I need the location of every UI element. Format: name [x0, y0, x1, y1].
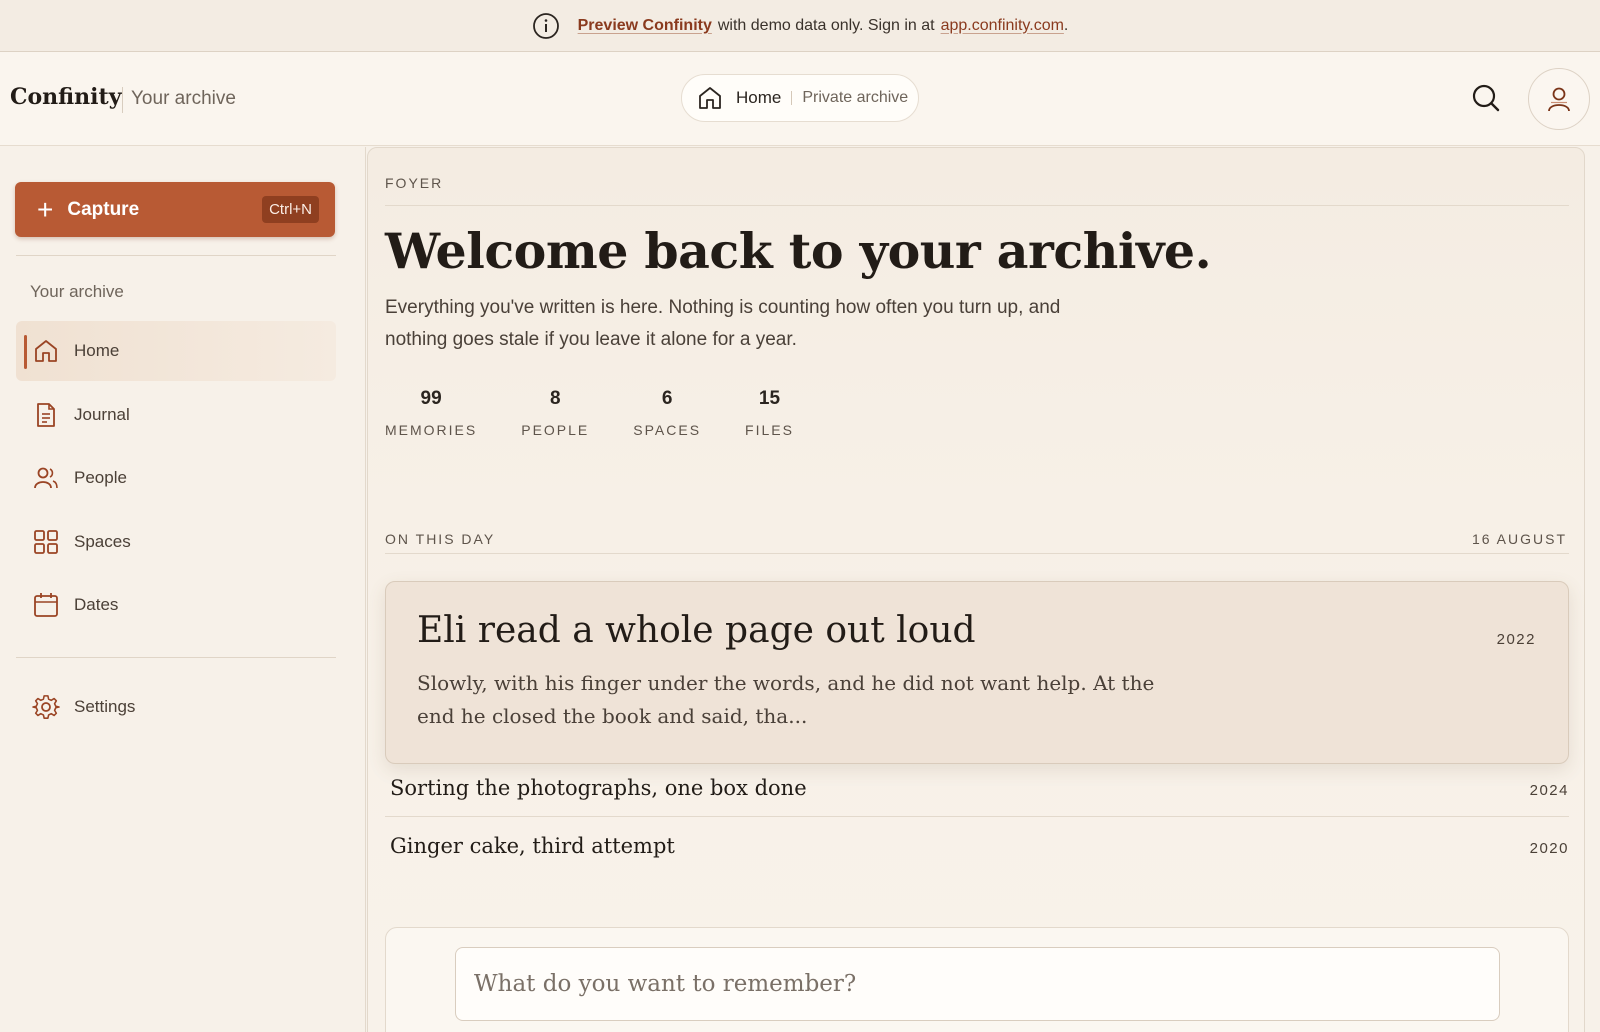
avatar[interactable]	[1528, 68, 1590, 130]
stat-memories[interactable]: 99 MEMORIES	[385, 388, 477, 438]
app-header: Confinity Your archive Home Private arch…	[0, 52, 1600, 146]
stat-value: 15	[758, 388, 781, 409]
sidebar-divider	[16, 255, 336, 256]
breadcrumb[interactable]: Home Private archive	[681, 74, 919, 122]
sidebar-divider	[16, 657, 336, 658]
user-icon	[1548, 87, 1570, 112]
brand-divider	[122, 87, 123, 113]
plus-icon: +	[37, 193, 54, 225]
divider	[385, 205, 1569, 206]
sidebar-item-label: Dates	[74, 595, 119, 614]
sidebar: + Capture Ctrl+N Your archive Home Journ…	[0, 147, 366, 1032]
memory-title: Sorting the photographs, one box done	[390, 776, 807, 800]
sidebar-item-settings[interactable]: Settings	[16, 677, 336, 737]
sidebar-item-label: Journal	[74, 405, 130, 424]
stat-value: 8	[549, 388, 561, 409]
stat-spaces[interactable]: 6 SPACES	[633, 388, 701, 438]
divider	[385, 553, 1569, 554]
preview-link[interactable]: Preview Confinity	[578, 17, 712, 35]
stat-label: MEMORIES	[385, 422, 478, 438]
section-eyebrow: FOYER	[385, 175, 444, 191]
brand-subtitle: Your archive	[131, 88, 236, 109]
banner-end: .	[1063, 16, 1069, 34]
list-item[interactable]: Sorting the photographs, one box done 20…	[385, 760, 1569, 818]
gear-icon	[32, 695, 60, 719]
list-item[interactable]: Ginger cake, third attempt 2020	[385, 818, 1569, 876]
sidebar-item-dates[interactable]: Dates	[16, 575, 336, 635]
featured-memory-card[interactable]: Eli read a whole page out loud 2022 Slow…	[385, 581, 1569, 764]
sidebar-heading: Your archive	[30, 282, 124, 301]
memory-title: Ginger cake, third attempt	[390, 834, 675, 858]
on-this-day-date: 16 AUGUST	[1471, 531, 1567, 547]
memory-year: 2024	[1529, 782, 1569, 799]
sidebar-item-label: People	[74, 468, 127, 487]
sidebar-item-spaces[interactable]: Spaces	[16, 512, 336, 572]
sidebar-item-home[interactable]: Home	[16, 321, 336, 381]
stat-label: SPACES	[633, 422, 702, 438]
page-subtitle: Everything you've written is here. Nothi…	[385, 297, 1061, 350]
composer	[385, 927, 1569, 1032]
banner-text: with demo data only. Sign in at	[717, 16, 935, 34]
sidebar-item-journal[interactable]: Journal	[16, 385, 336, 445]
stat-label: PEOPLE	[521, 422, 590, 438]
stats-row: 99 MEMORIES 8 PEOPLE 6 SPACES 15 FILES	[385, 388, 838, 438]
home-icon	[699, 87, 721, 109]
stat-files[interactable]: 15 FILES	[745, 388, 794, 438]
capture-shortcut: Ctrl+N	[262, 196, 319, 223]
grid-icon	[34, 530, 58, 554]
info-icon	[532, 12, 559, 39]
stat-value: 99	[420, 388, 442, 409]
memory-input[interactable]	[455, 947, 1500, 1021]
document-icon	[37, 403, 55, 427]
signin-link[interactable]: app.confinity.com	[941, 17, 1064, 34]
stat-label: FILES	[745, 422, 794, 438]
preview-banner: Preview Confinity with demo data only. S…	[0, 0, 1600, 52]
sidebar-item-label: Settings	[74, 697, 136, 716]
stat-people[interactable]: 8 PEOPLE	[521, 388, 589, 438]
search-icon[interactable]	[1470, 82, 1502, 114]
sidebar-item-label: Spaces	[74, 532, 131, 551]
breadcrumb-home[interactable]: Home	[736, 88, 781, 108]
memory-excerpt: Slowly, with his finger under the words,…	[417, 671, 1155, 728]
capture-button[interactable]: + Capture Ctrl+N	[15, 182, 335, 237]
memory-year: 2020	[1529, 840, 1569, 857]
breadcrumb-separator	[791, 91, 793, 105]
capture-label: Capture	[67, 198, 140, 220]
calendar-icon	[34, 593, 58, 617]
home-icon	[35, 340, 57, 362]
page-title: Welcome back to your archive.	[385, 222, 1212, 280]
memory-title: Eli read a whole page out loud	[417, 610, 976, 651]
stat-value: 6	[661, 388, 673, 409]
people-icon	[34, 467, 58, 489]
main-panel: FOYER Welcome back to your archive. Ever…	[367, 147, 1585, 1032]
sidebar-item-label: Home	[74, 341, 120, 360]
memory-year: 2022	[1496, 631, 1536, 648]
sidebar-item-people[interactable]: People	[16, 448, 336, 508]
brand-logo[interactable]: Confinity	[10, 84, 121, 110]
divider	[385, 816, 1569, 817]
breadcrumb-current: Private archive	[802, 89, 909, 106]
on-this-day-label: ON THIS DAY	[385, 531, 496, 547]
